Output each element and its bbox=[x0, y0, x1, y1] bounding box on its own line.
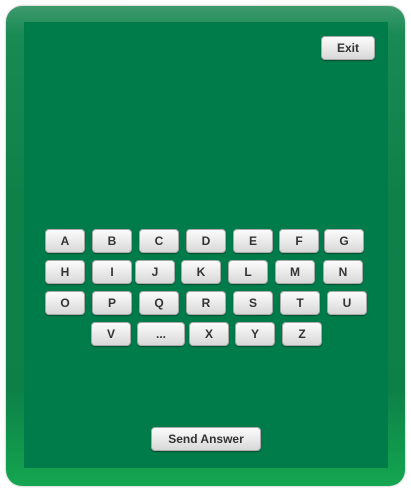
key-z[interactable]: Z bbox=[282, 322, 322, 346]
key-e[interactable]: E bbox=[233, 229, 273, 253]
key-p[interactable]: P bbox=[92, 291, 132, 315]
key-u[interactable]: U bbox=[327, 291, 367, 315]
exit-button[interactable]: Exit bbox=[321, 36, 375, 60]
key-c[interactable]: C bbox=[139, 229, 179, 253]
key-t[interactable]: T bbox=[280, 291, 320, 315]
key-m[interactable]: M bbox=[275, 260, 315, 284]
key-g[interactable]: G bbox=[324, 229, 364, 253]
key-h[interactable]: H bbox=[45, 260, 85, 284]
key-v[interactable]: V bbox=[91, 322, 131, 346]
key-s[interactable]: S bbox=[233, 291, 273, 315]
key-l[interactable]: L bbox=[228, 260, 268, 284]
key-o[interactable]: O bbox=[45, 291, 85, 315]
key-a[interactable]: A bbox=[45, 229, 85, 253]
key-x[interactable]: X bbox=[189, 322, 229, 346]
key-k[interactable]: K bbox=[181, 260, 221, 284]
key-i[interactable]: I bbox=[92, 260, 132, 284]
send-answer-button[interactable]: Send Answer bbox=[151, 427, 261, 451]
key-d[interactable]: D bbox=[186, 229, 226, 253]
key-f[interactable]: F bbox=[279, 229, 319, 253]
key-n[interactable]: N bbox=[323, 260, 363, 284]
key-b[interactable]: B bbox=[92, 229, 132, 253]
key-y[interactable]: Y bbox=[235, 322, 275, 346]
key-q[interactable]: Q bbox=[139, 291, 179, 315]
key-r[interactable]: R bbox=[186, 291, 226, 315]
key-ellipsis[interactable]: ... bbox=[137, 322, 185, 346]
key-j[interactable]: J bbox=[135, 260, 175, 284]
